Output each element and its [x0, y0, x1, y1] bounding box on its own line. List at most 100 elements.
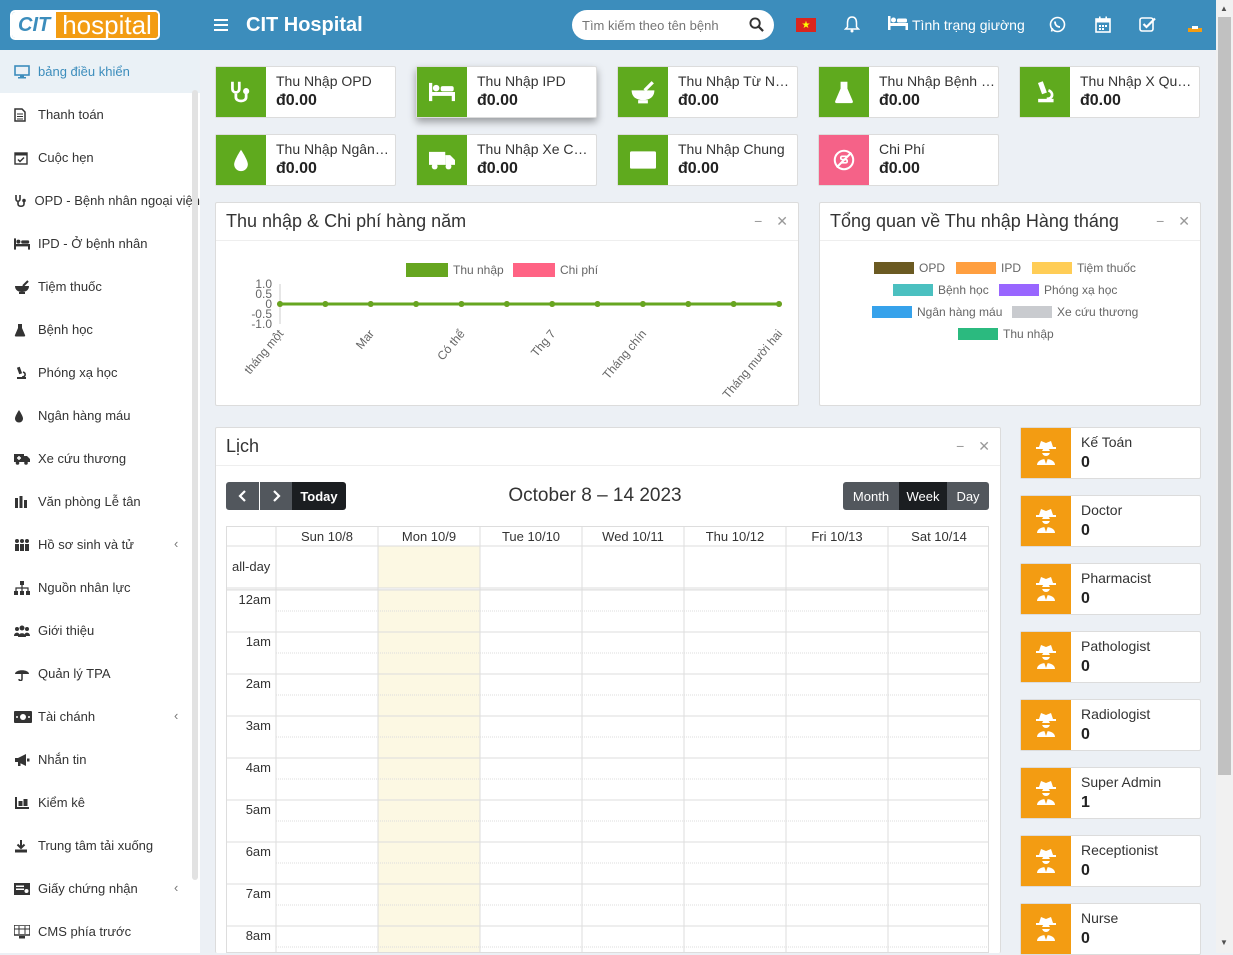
close-icon[interactable]: ✕: [978, 438, 990, 455]
search-input[interactable]: [582, 17, 737, 33]
sidebar-scrollbar[interactable]: [192, 90, 198, 880]
x-tick-label: Tháng mười hai: [720, 327, 786, 401]
income-card[interactable]: Thu Nhập X Quang đ0.00: [1019, 66, 1200, 118]
sidebar-item[interactable]: Trung tâm tải xuống: [0, 824, 200, 867]
day-header[interactable]: Sun 10/8: [276, 529, 378, 544]
bed-status-link[interactable]: Tình trạng giường: [888, 16, 1025, 33]
day-header[interactable]: Sat 10/14: [888, 529, 988, 544]
sidebar-item[interactable]: CMS phía trước: [0, 910, 200, 953]
whatsapp-icon[interactable]: [1049, 16, 1066, 36]
staff-role-card[interactable]: Pathologist 0: [1020, 631, 1201, 683]
close-icon[interactable]: ✕: [776, 213, 788, 230]
data-point: [367, 301, 374, 307]
income-card[interactable]: Thu Nhập Xe Cứu thương đ0.00: [416, 134, 597, 186]
next-week-button[interactable]: [260, 482, 292, 510]
staff-role-card[interactable]: Nurse 0: [1020, 903, 1201, 955]
staff-role-card[interactable]: Kế Toán 0: [1020, 427, 1201, 479]
bell-icon[interactable]: [843, 16, 861, 36]
day-header[interactable]: Mon 10/9: [378, 529, 480, 544]
day-header[interactable]: Wed 10/11: [582, 529, 684, 544]
page-scrollbar[interactable]: ▲ ▼: [1216, 0, 1233, 953]
sidebar-item[interactable]: OPD - Bệnh nhân ngoại viện: [0, 179, 200, 222]
legend-item[interactable]: IPD: [956, 261, 1021, 275]
legend-item[interactable]: OPD: [874, 261, 945, 275]
staff-role-card[interactable]: Radiologist 0: [1020, 699, 1201, 751]
legend-item[interactable]: Bệnh học: [893, 283, 989, 297]
chevron-left-icon[interactable]: ‹: [174, 536, 178, 551]
sidebar-item[interactable]: Nhắn tin: [0, 738, 200, 781]
sidebar-item-label: Văn phòng Lễ tân: [38, 494, 141, 509]
today-column-highlight: [378, 546, 480, 952]
sidebar-item[interactable]: Cuộc hẹn: [0, 136, 200, 179]
today-button[interactable]: Today: [292, 482, 346, 510]
income-card[interactable]: Thu Nhập Chung đ0.00: [617, 134, 798, 186]
collapse-icon[interactable]: −: [956, 438, 964, 455]
day-header[interactable]: Tue 10/10: [480, 529, 582, 544]
view-week-button[interactable]: Week: [899, 482, 947, 510]
sidebar-item[interactable]: Tiệm thuốc: [0, 265, 200, 308]
close-icon[interactable]: ✕: [1178, 213, 1190, 230]
sidebar-item[interactable]: Giấy chứng nhận ‹: [0, 867, 200, 910]
sidebar-item[interactable]: Văn phòng Lễ tân: [0, 480, 200, 523]
language-flag-icon[interactable]: ★: [796, 18, 816, 32]
day-header[interactable]: Thu 10/12: [684, 529, 786, 544]
scroll-up-arrow-icon[interactable]: ▲: [1220, 4, 1228, 13]
staff-role-card[interactable]: Doctor 0: [1020, 495, 1201, 547]
sidebar-item-label: Bệnh học: [38, 322, 93, 337]
staff-role-card[interactable]: Pharmacist 0: [1020, 563, 1201, 615]
prev-week-button[interactable]: [226, 482, 259, 510]
sidebar-item[interactable]: Quản lý TPA: [0, 652, 200, 695]
collapse-icon[interactable]: −: [754, 213, 762, 230]
chevron-left-icon[interactable]: ‹: [174, 880, 178, 895]
sidebar-item[interactable]: Phóng xạ học: [0, 351, 200, 394]
scrollbar-thumb[interactable]: [1218, 17, 1231, 775]
sidebar-item[interactable]: Tài chánh ‹: [0, 695, 200, 738]
view-day-button[interactable]: Day: [947, 482, 989, 510]
view-month-button[interactable]: Month: [843, 482, 899, 510]
sidebar-item[interactable]: Hồ sơ sinh và tử ‹: [0, 523, 200, 566]
income-card[interactable]: Thu Nhập Ngân hàng máu đ0.00: [215, 134, 396, 186]
scroll-down-arrow-icon[interactable]: ▼: [1220, 938, 1228, 947]
stethoscope-icon: [14, 194, 35, 208]
sidebar-item[interactable]: Kiểm kê: [0, 781, 200, 824]
sidebar-item[interactable]: Bệnh học: [0, 308, 200, 351]
income-card[interactable]: Chi Phí đ0.00: [818, 134, 999, 186]
sidebar-item[interactable]: Giới thiệu: [0, 609, 200, 652]
hour-label: 4am: [245, 760, 271, 775]
income-card[interactable]: Thu Nhập Từ Nhà thuốc đ0.00: [617, 66, 798, 118]
legend-item[interactable]: Phóng xạ học: [999, 283, 1117, 297]
day-header[interactable]: Fri 10/13: [786, 529, 888, 544]
legend-swatch: [1032, 262, 1072, 274]
calendar-range-title: October 8 – 14 2023: [508, 485, 682, 506]
legend-label: IPD: [1001, 261, 1022, 275]
sidebar-item[interactable]: bảng điều khiển: [0, 50, 200, 93]
task-check-icon[interactable]: [1139, 16, 1157, 36]
card-label: Thu Nhập Ngân hàng máu: [276, 141, 392, 157]
search-icon[interactable]: [749, 17, 764, 35]
sidebar-item[interactable]: Thanh toán: [0, 93, 200, 136]
legend-item[interactable]: Xe cứu thương: [1012, 305, 1138, 319]
sidebar-item[interactable]: Ngân hàng máu: [0, 394, 200, 437]
staff-role-card[interactable]: Super Admin 1: [1020, 767, 1201, 819]
legend-item[interactable]: Ngân hàng máu: [872, 305, 1002, 319]
hour-label: 2am: [245, 676, 271, 691]
staff-role-label: Doctor: [1081, 502, 1123, 518]
calendar-icon[interactable]: [1095, 16, 1111, 36]
collapse-icon[interactable]: −: [1156, 213, 1164, 230]
user-avatar-icon[interactable]: [1186, 16, 1204, 34]
menu-toggle-icon[interactable]: [214, 15, 234, 36]
legend-item[interactable]: Thu nhập: [958, 327, 1054, 341]
sidebar-item[interactable]: Nguồn nhân lực: [0, 566, 200, 609]
staff-role-card[interactable]: Receptionist 0: [1020, 835, 1201, 887]
chevron-left-icon[interactable]: ‹: [174, 708, 178, 723]
legend-swatch: [872, 306, 912, 318]
income-card[interactable]: Thu Nhập OPD đ0.00: [215, 66, 396, 118]
logo[interactable]: CIT hospital: [0, 0, 200, 50]
legend-item[interactable]: Tiệm thuốc: [1032, 261, 1136, 275]
inventory-icon: [14, 796, 38, 810]
sidebar-item[interactable]: IPD - Ở bệnh nhân: [0, 222, 200, 265]
income-card[interactable]: Thu Nhập Bệnh học đ0.00: [818, 66, 999, 118]
data-point: [730, 301, 737, 307]
sidebar-item[interactable]: Xe cứu thương: [0, 437, 200, 480]
income-card[interactable]: Thu Nhập IPD đ0.00: [416, 66, 597, 118]
